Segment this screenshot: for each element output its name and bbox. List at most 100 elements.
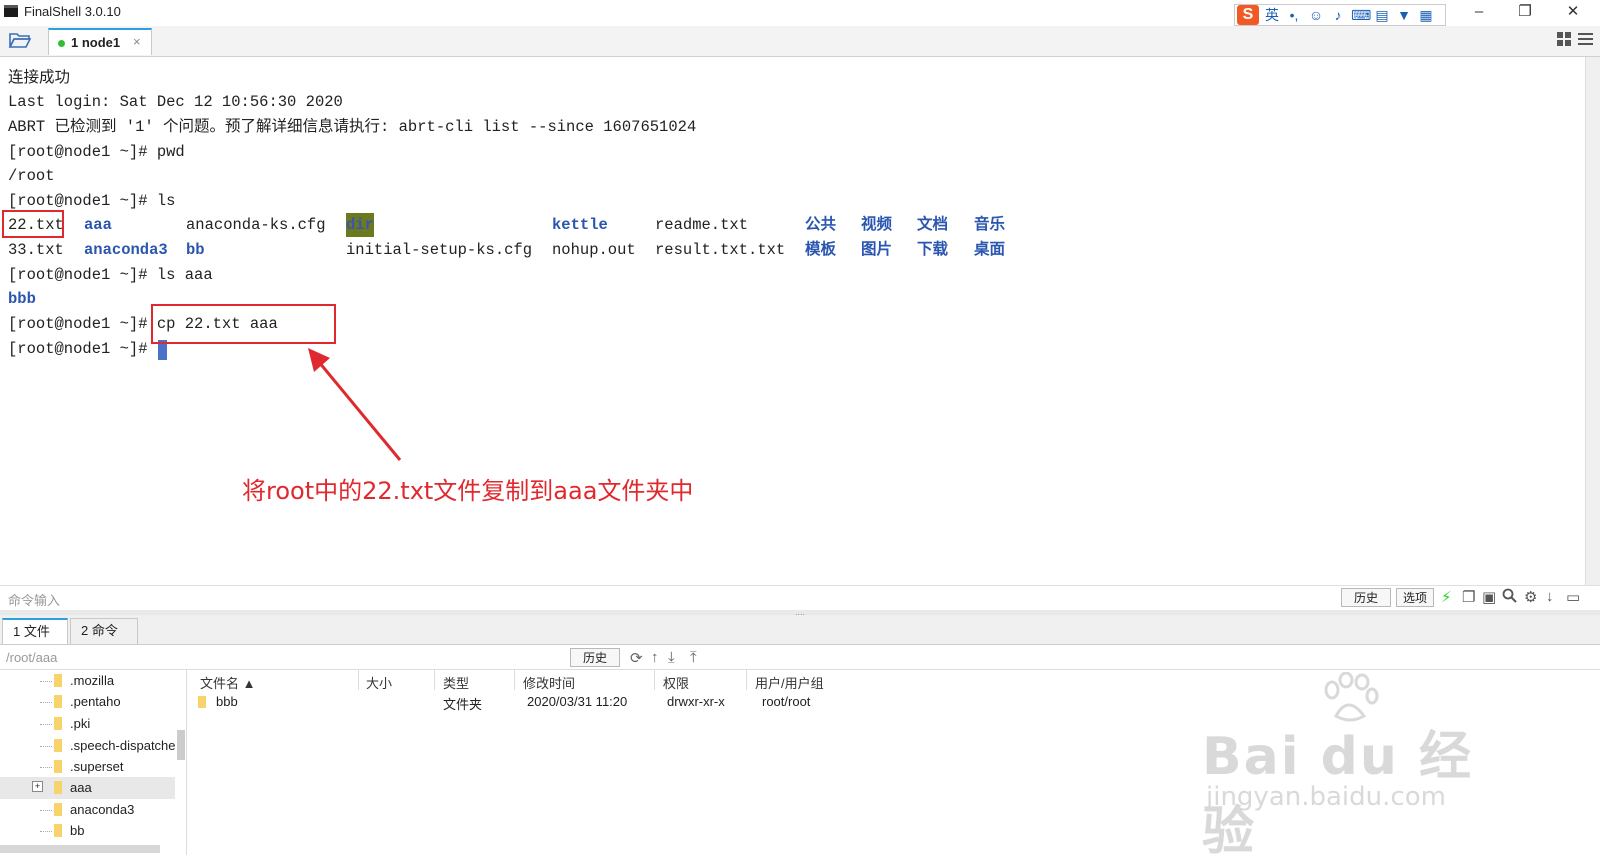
tab-label: 1 node1: [71, 35, 121, 50]
tab-node1[interactable]: 1 node1 ×: [48, 28, 152, 55]
terminal-line: ABRT 已检测到 '1' 个问题。预了解详细信息请执行: abrt-cli l…: [8, 118, 697, 136]
file-permissions: drwxr-xr-x: [667, 694, 725, 709]
terminal-line: [root@node1 ~]# pwd: [8, 143, 185, 161]
column-header-name[interactable]: 文件名 ▲: [200, 673, 255, 692]
tree-item[interactable]: .superset: [0, 756, 175, 778]
connection-status-icon: [58, 40, 65, 47]
paste-icon[interactable]: ▣: [1482, 588, 1496, 606]
folder-icon: [54, 803, 62, 816]
restore-button[interactable]: ❐: [1502, 0, 1548, 24]
ls-entry-dir: dir: [346, 213, 374, 237]
terminal-line: [root@node1 ~]# ls aaa: [8, 266, 213, 284]
folder-icon: [54, 739, 62, 752]
tab-close-icon[interactable]: ×: [133, 34, 141, 49]
file-row[interactable]: bbb 文件夹 2020/03/31 11:20 drwxr-xr-x root…: [190, 692, 890, 712]
tree-item[interactable]: .speech-dispatche: [0, 735, 176, 757]
path-history-button[interactable]: 历史: [570, 648, 620, 667]
history-button[interactable]: 历史: [1341, 588, 1391, 607]
tree-hscrollbar[interactable]: [0, 845, 160, 853]
ls-entry-dir: bb: [186, 241, 205, 259]
ls-entry: initial-setup-ks.cfg: [346, 241, 533, 259]
microphone-icon[interactable]: ♪: [1329, 7, 1347, 23]
ls-entry-dir: 桌面: [974, 241, 1006, 259]
search-icon[interactable]: [1502, 588, 1517, 607]
column-header-modified[interactable]: 修改时间: [523, 673, 575, 692]
terminal[interactable]: 连接成功 Last login: Sat Dec 12 10:56:30 202…: [0, 57, 1600, 577]
tree-item[interactable]: .pentaho: [0, 691, 175, 713]
ls-entry-dir: 图片: [861, 241, 893, 259]
column-header-size[interactable]: 大小: [366, 673, 392, 692]
ls-entry: result.txt.txt: [655, 241, 786, 259]
session-tab-bar: 1 node1 ×: [0, 26, 1600, 57]
options-button[interactable]: 选项: [1396, 588, 1434, 607]
ime-toolbar[interactable]: S 英 •, ☺ ♪ ⌨ ▤ ▼ ▦: [1234, 4, 1446, 26]
copy-icon[interactable]: ❐: [1462, 588, 1475, 606]
ls-entry: readme.txt: [655, 216, 749, 234]
lightning-icon[interactable]: ⚡: [1441, 588, 1452, 606]
ls-entry-dir: 模板: [805, 241, 837, 259]
path-input[interactable]: /root/aaa: [6, 650, 57, 665]
tree-item-selected[interactable]: + aaa: [0, 777, 175, 799]
maximize-panel-icon[interactable]: ▭: [1566, 588, 1580, 606]
file-type: 文件夹: [443, 697, 483, 712]
column-header-permissions[interactable]: 权限: [663, 673, 689, 692]
arrow-down-icon[interactable]: ↓: [1546, 588, 1554, 605]
minimize-button[interactable]: –: [1456, 0, 1502, 24]
tab-commands[interactable]: 2 命令: [70, 618, 138, 644]
ls-entry-dir: 音乐: [974, 216, 1006, 234]
annotation-arrow: [308, 348, 402, 461]
ls-entry-dir: 文档: [917, 216, 949, 234]
command-input[interactable]: 命令输入: [8, 590, 60, 609]
ls-entry: nohup.out: [552, 241, 636, 259]
column-header-type[interactable]: 类型: [443, 673, 469, 692]
ls-entry: anaconda-ks.cfg: [186, 216, 326, 234]
file-name: bbb: [216, 694, 238, 709]
open-folder-icon[interactable]: [8, 30, 38, 52]
folder-icon: [54, 695, 62, 708]
layout-icons[interactable]: [1556, 30, 1594, 53]
folder-icon: [54, 824, 62, 837]
tab-files[interactable]: 1 文件: [2, 618, 68, 644]
bottom-tab-bar: 1 文件 2 命令: [0, 615, 1600, 645]
watermark-url: jingyan.baidu.com: [1206, 782, 1446, 812]
tree-item[interactable]: bb: [0, 820, 175, 842]
folder-icon: [54, 717, 62, 730]
baidu-watermark: Bai du 经验 jingyan.baidu.com: [1200, 670, 1490, 862]
toolbox-icon[interactable]: ▤: [1373, 7, 1391, 24]
window-title: FinalShell 3.0.10: [24, 4, 121, 19]
folder-icon: [54, 781, 62, 794]
directory-tree[interactable]: .mozilla .pentaho .pki .speech-dispatche…: [0, 670, 187, 855]
tree-item[interactable]: anaconda3: [0, 799, 175, 821]
ls-entry-dir: aaa: [84, 216, 112, 234]
highlight-box-22txt: [2, 210, 64, 238]
emoji-icon[interactable]: ☺: [1307, 7, 1325, 23]
folder-icon: [198, 696, 206, 708]
sogou-logo-icon[interactable]: S: [1237, 5, 1259, 25]
tree-item[interactable]: .mozilla: [0, 670, 175, 692]
path-bar[interactable]: /root/aaa: [0, 645, 1600, 670]
upload-icon[interactable]: ⤒: [690, 649, 697, 666]
ime-mode-button[interactable]: 英: [1263, 5, 1281, 25]
tree-item[interactable]: .pki: [0, 713, 175, 735]
tree-scrollbar[interactable]: [177, 730, 185, 760]
file-owner: root/root: [762, 694, 811, 709]
expand-icon[interactable]: +: [32, 781, 43, 792]
refresh-icon[interactable]: ⟳: [630, 649, 643, 667]
parent-dir-icon[interactable]: ↑: [651, 649, 659, 666]
gear-icon[interactable]: ⚙: [1524, 588, 1537, 606]
download-icon[interactable]: ⤓: [668, 649, 675, 666]
highlight-box-cp-command: [151, 304, 336, 344]
close-window-button[interactable]: ✕: [1550, 0, 1596, 24]
punctuation-icon[interactable]: •,: [1285, 7, 1303, 23]
ls-entry: 33.txt: [8, 241, 64, 259]
ls-entry-dir: kettle: [552, 216, 608, 234]
skin-icon[interactable]: ▼: [1395, 7, 1413, 23]
grid-menu-icon[interactable]: ▦: [1417, 7, 1435, 24]
ls-entry-dir: 视频: [861, 216, 893, 234]
keyboard-icon[interactable]: ⌨: [1351, 7, 1371, 24]
terminal-line: Last login: Sat Dec 12 10:56:30 2020: [8, 93, 343, 111]
ls-entry-dir: anaconda3: [84, 241, 168, 259]
terminal-scrollbar[interactable]: [1585, 57, 1600, 587]
column-header-owner[interactable]: 用户/用户组: [755, 673, 824, 692]
title-bar: FinalShell 3.0.10 S 英 •, ☺ ♪ ⌨ ▤ ▼ ▦ – ❐…: [0, 0, 1600, 26]
